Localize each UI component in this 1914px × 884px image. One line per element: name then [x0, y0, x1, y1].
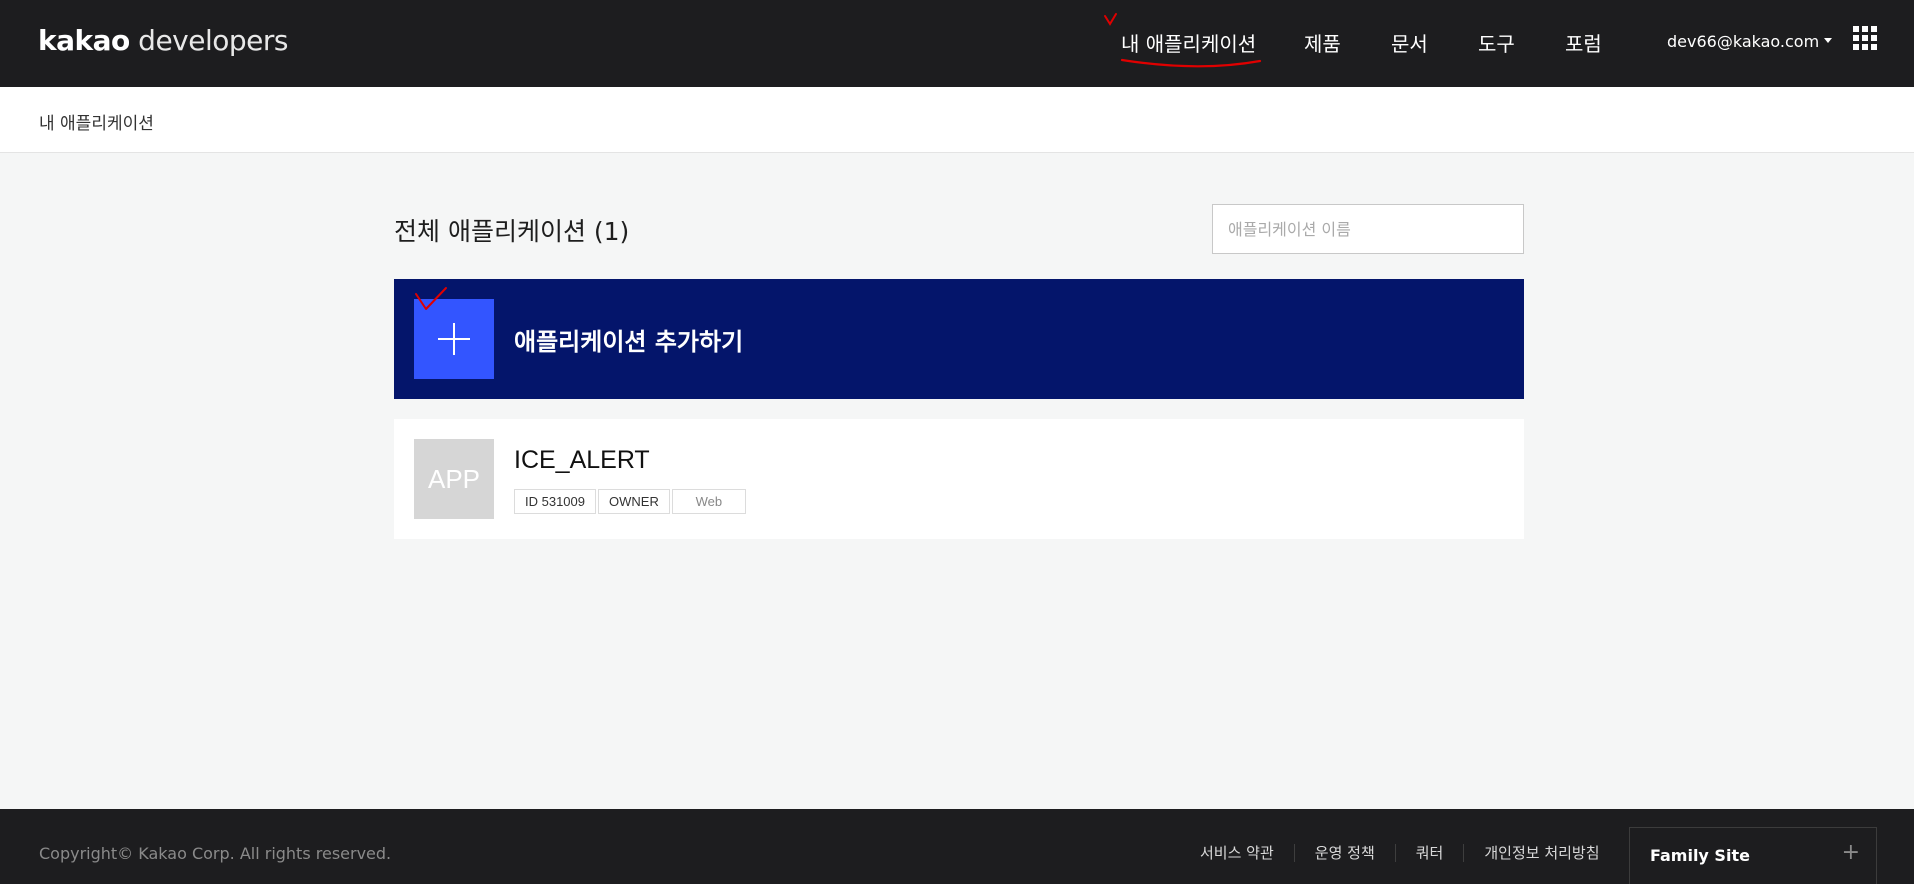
app-id-tag: ID 531009 [514, 489, 596, 514]
page-title: 전체 애플리케이션 (1) [394, 217, 630, 246]
breadcrumb: 내 애플리케이션 [0, 87, 1914, 153]
footer-link-privacy[interactable]: 개인정보 처리방침 [1463, 844, 1619, 862]
user-account-menu[interactable]: dev66@kakao.com [1667, 32, 1833, 51]
user-email: dev66@kakao.com [1667, 32, 1820, 51]
nav-my-applications[interactable]: 내 애플리케이션 [1121, 28, 1256, 57]
app-role-tag: OWNER [598, 489, 670, 514]
nav-forum[interactable]: 포럼 [1565, 28, 1602, 57]
family-site-dropdown[interactable]: Family Site + [1629, 827, 1877, 884]
footer-links: 서비스 약관 운영 정책 쿼터 개인정보 처리방침 [1180, 844, 1620, 862]
logo-kakao: kakao [38, 24, 130, 57]
copyright-text: Copyright© Kakao Corp. All rights reserv… [39, 844, 392, 863]
plus-icon [414, 299, 494, 379]
nav-products[interactable]: 제품 [1304, 28, 1341, 57]
add-application-button[interactable]: 애플리케이션 추가하기 [394, 279, 1524, 399]
grid-icon[interactable] [1853, 26, 1877, 50]
app-search-input[interactable] [1212, 204, 1524, 254]
footer-link-terms[interactable]: 서비스 약관 [1180, 844, 1294, 862]
plus-icon: + [1841, 840, 1860, 865]
app-card-ice-alert[interactable]: APP ICE_ALERT ID 531009 OWNER Web [394, 419, 1524, 539]
add-application-label: 애플리케이션 추가하기 [514, 328, 744, 356]
nav-tools[interactable]: 도구 [1478, 28, 1515, 57]
footer-link-policy[interactable]: 운영 정책 [1293, 844, 1395, 862]
app-platform-tag: Web [671, 489, 746, 514]
app-name: ICE_ALERT [514, 446, 650, 474]
kakao-developers-logo[interactable]: kakao developers [38, 24, 289, 57]
breadcrumb-item-my-applications[interactable]: 내 애플리케이션 [39, 109, 154, 134]
app-tags: ID 531009 OWNER Web [514, 489, 748, 514]
footer: Copyright© Kakao Corp. All rights reserv… [0, 809, 1914, 884]
nav-docs[interactable]: 문서 [1391, 28, 1428, 57]
app-thumbnail: APP [414, 439, 494, 519]
logo-developers: developers [129, 24, 288, 57]
footer-link-quota[interactable]: 쿼터 [1394, 844, 1464, 862]
family-site-label: Family Site [1650, 846, 1750, 865]
caret-down-icon [1824, 38, 1833, 43]
top-header: kakao developers 내 애플리케이션 제품 문서 도구 포럼 de… [0, 0, 1914, 87]
